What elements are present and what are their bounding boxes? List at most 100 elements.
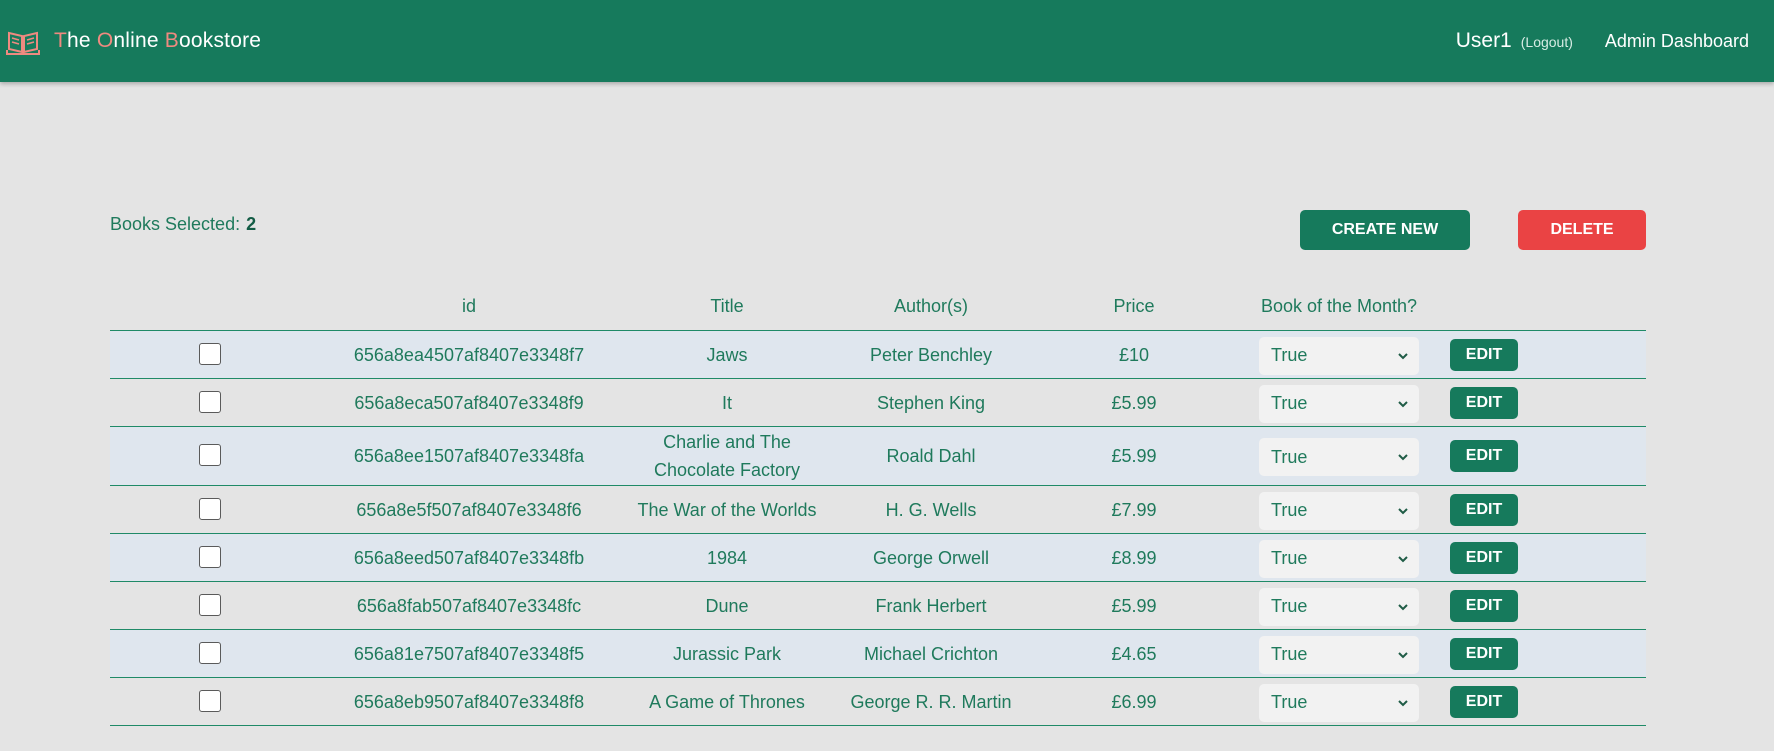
row-select-checkbox[interactable] <box>199 444 221 466</box>
edit-button[interactable]: EDIT <box>1450 541 1518 574</box>
book-author: H. G. Wells <box>885 499 977 520</box>
row-select-checkbox[interactable] <box>199 545 221 568</box>
book-of-the-month-select[interactable]: True <box>1259 384 1419 423</box>
select-value: True <box>1271 548 1308 568</box>
book-title: Charlie and The Chocolate Factory <box>654 428 800 484</box>
brand-title: The Online Bookstore <box>54 29 262 52</box>
table-row: 656a8eed507af8407e3348fb 1984 George Orwel… <box>110 534 1646 582</box>
logout-link[interactable]: (Logout) <box>1521 34 1573 50</box>
book-id: 656a8e5f507af8407e3348f6 <box>356 499 582 520</box>
book-title-line: It <box>721 392 733 413</box>
header-id: id <box>461 296 477 316</box>
edit-button[interactable]: EDIT <box>1450 589 1518 622</box>
table-header: id Title Author(s) Price Book of the Mon… <box>110 286 1646 331</box>
header-price: Price <box>1113 296 1155 316</box>
chevron-down-icon <box>1396 347 1410 361</box>
book-author: Peter Benchley <box>869 344 993 365</box>
book-price: £5.99 <box>1111 446 1157 466</box>
book-price: £6.99 <box>1111 691 1157 712</box>
create-new-button[interactable]: CREATE NEW <box>1300 210 1470 250</box>
book-title: Jurassic Park <box>673 640 781 668</box>
edit-button[interactable]: EDIT <box>1450 685 1518 718</box>
books-selected-counter: Books Selected: 2 <box>110 214 256 235</box>
book-id: 656a8eb9507af8407e3348f8 <box>353 691 585 712</box>
book-title: Dune <box>705 592 748 620</box>
book-title: Jaws <box>706 341 747 369</box>
select-value: True <box>1271 596 1308 616</box>
book-title-line: 1984 <box>706 547 748 568</box>
table-row: 656a8eca507af8407e3348f9 It Stephen King £5… <box>110 379 1646 427</box>
book-of-the-month-select[interactable]: True <box>1259 438 1419 476</box>
row-select-checkbox[interactable] <box>199 593 221 616</box>
table-row: 656a8e5f507af8407e3348f6 The War of the W… <box>110 486 1646 534</box>
book-id: 656a8fab507af8407e3348fc <box>356 595 582 616</box>
chevron-down-icon <box>1396 395 1410 409</box>
book-title: A Game of Thrones <box>649 688 805 716</box>
header-title: Title <box>710 296 744 316</box>
chevron-down-icon <box>1396 646 1410 660</box>
select-value: True <box>1271 345 1308 365</box>
username: User1 <box>1455 29 1512 52</box>
book-id: 656a8ee1507af8407e3348fa <box>353 446 585 466</box>
book-title-line: Jaws <box>706 344 748 365</box>
book-id: 656a81e7507af8407e3348f5 <box>353 643 585 664</box>
book-title-line: A Game of Thrones <box>649 691 805 712</box>
row-select-checkbox[interactable] <box>199 390 221 413</box>
chevron-down-icon <box>1396 502 1410 516</box>
book-price: £5.99 <box>1111 595 1157 616</box>
book-author: Roald Dahl <box>886 446 976 466</box>
row-select-checkbox[interactable] <box>199 497 221 520</box>
book-of-the-month-select[interactable]: True <box>1259 336 1419 375</box>
book-price: £8.99 <box>1111 547 1157 568</box>
open-book-icon <box>6 26 40 56</box>
header-book-of-the-month: Book of the Month? <box>1260 296 1418 316</box>
select-value: True <box>1271 692 1308 712</box>
book-title-line: Charlie and The <box>663 432 791 452</box>
table-row: 656a8eb9507af8407e3348f8 A Game of Throne… <box>110 678 1646 726</box>
book-price: £7.99 <box>1111 499 1157 520</box>
book-title-line: Chocolate Factory <box>653 460 801 480</box>
select-value: True <box>1271 500 1308 520</box>
row-select-checkbox[interactable] <box>199 342 221 365</box>
book-author: George R. R. Martin <box>850 691 1012 712</box>
edit-button[interactable]: EDIT <box>1450 338 1518 371</box>
table-body: 656a8ea4507af8407e3348f7 Jaws Peter Benchl… <box>110 331 1646 726</box>
books-table: id Title Author(s) Price Book of the Mon… <box>110 286 1646 726</box>
admin-dashboard-link[interactable]: Admin Dashboard <box>1605 31 1749 52</box>
book-price: £10 <box>1118 344 1150 365</box>
chevron-down-icon <box>1396 598 1410 612</box>
book-price: £5.99 <box>1111 392 1157 413</box>
books-selected-count: 2 <box>246 214 257 234</box>
edit-button[interactable]: EDIT <box>1450 440 1518 472</box>
delete-button[interactable]: DELETE <box>1518 210 1646 250</box>
table-row: 656a8ea4507af8407e3348f7 Jaws Peter Benchl… <box>110 331 1646 379</box>
header-authors: Author(s) <box>893 296 969 316</box>
book-id: 656a8ea4507af8407e3348f7 <box>353 344 585 365</box>
book-author: Frank Herbert <box>875 595 987 616</box>
book-of-the-month-select[interactable]: True <box>1259 683 1419 722</box>
book-title-line: Jurassic Park <box>672 643 782 664</box>
select-value: True <box>1271 644 1308 664</box>
book-of-the-month-select[interactable]: True <box>1259 539 1419 578</box>
top-navbar: The Online Bookstore User1 (Logout) Admi… <box>0 0 1774 82</box>
edit-button[interactable]: EDIT <box>1450 637 1518 670</box>
row-select-checkbox[interactable] <box>199 689 221 712</box>
book-id: 656a8eca507af8407e3348f9 <box>354 392 584 413</box>
book-title: It <box>722 389 732 417</box>
edit-button[interactable]: EDIT <box>1450 493 1518 526</box>
book-price: £4.65 <box>1111 643 1157 664</box>
book-of-the-month-select[interactable]: True <box>1259 587 1419 626</box>
book-author: George Orwell <box>872 547 990 568</box>
edit-button[interactable]: EDIT <box>1450 386 1518 419</box>
row-select-checkbox[interactable] <box>199 641 221 664</box>
chevron-down-icon <box>1396 448 1410 462</box>
book-title-line: The War of the Worlds <box>637 499 817 520</box>
select-value: True <box>1271 393 1308 413</box>
books-selected-label: Books Selected: <box>110 214 241 234</box>
book-title-line: Dune <box>705 595 749 616</box>
table-row: 656a8fab507af8407e3348fc Dune Frank Herber… <box>110 582 1646 630</box>
book-title: The War of the Worlds <box>637 496 816 524</box>
book-of-the-month-select[interactable]: True <box>1259 635 1419 674</box>
brand[interactable]: The Online Bookstore <box>6 26 261 56</box>
book-of-the-month-select[interactable]: True <box>1259 491 1419 530</box>
